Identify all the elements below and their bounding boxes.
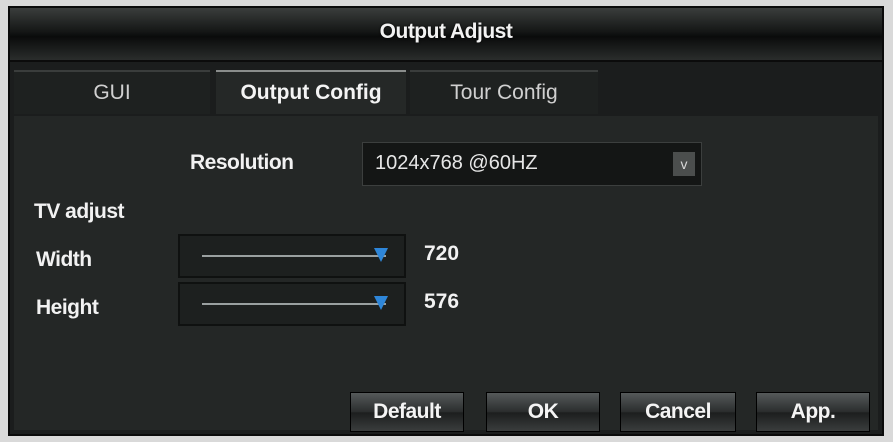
- resolution-value: 1024x768 @60HZ: [375, 152, 538, 174]
- tv-adjust-heading: TV adjust: [34, 200, 125, 223]
- width-value: 720: [424, 242, 460, 265]
- cancel-button[interactable]: Cancel: [620, 392, 736, 432]
- width-label: Width: [36, 248, 92, 271]
- height-slider[interactable]: [178, 282, 406, 326]
- title-bar[interactable]: Output Adjust: [10, 8, 882, 62]
- tab-tour-config[interactable]: Tour Config: [410, 70, 598, 114]
- width-slider-track: [202, 255, 386, 257]
- chevron-down-icon[interactable]: v: [673, 152, 695, 176]
- ok-button[interactable]: OK: [486, 392, 600, 432]
- apply-button[interactable]: App.: [756, 392, 870, 432]
- tab-output-config[interactable]: Output Config: [216, 70, 406, 114]
- dialog-title: Output Adjust: [379, 20, 513, 43]
- height-label: Height: [36, 296, 99, 319]
- default-button[interactable]: Default: [350, 392, 464, 432]
- width-slider[interactable]: [178, 234, 406, 278]
- output-config-panel: Resolution 1024x768 @60HZ v TV adjust Wi…: [14, 116, 878, 432]
- resolution-label: Resolution: [190, 151, 294, 174]
- height-slider-track: [202, 303, 386, 305]
- output-adjust-dialog: Output Adjust GUI Output Config Tour Con…: [8, 6, 884, 436]
- tab-gui[interactable]: GUI: [14, 70, 210, 114]
- height-value: 576: [424, 290, 460, 313]
- tab-bar: GUI Output Config Tour Config: [10, 66, 882, 114]
- resolution-select[interactable]: 1024x768 @60HZ v: [362, 142, 702, 186]
